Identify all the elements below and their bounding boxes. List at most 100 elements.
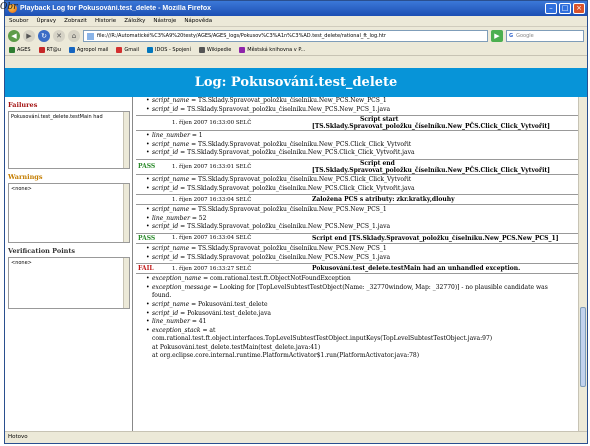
log-line: line_number = 41 bbox=[146, 318, 578, 327]
home-button[interactable]: ⌂ bbox=[68, 30, 80, 42]
log-entry: PASS 1. říjen 2007 16:33:01 SELČ Script … bbox=[136, 158, 578, 175]
log-line: script_id = TS.Sklady.Spravovat_položku_… bbox=[146, 149, 578, 158]
bookmark-icon bbox=[38, 47, 45, 53]
page-icon bbox=[87, 32, 94, 40]
warning-item[interactable]: <none> bbox=[11, 186, 127, 192]
failure-item[interactable]: Pokusování.test_delete.testMain had bbox=[11, 114, 127, 120]
stop-button[interactable]: ✕ bbox=[53, 30, 65, 42]
log-line: script_name = TS.Sklady.Spravovat_položk… bbox=[146, 176, 578, 185]
bookmark-icon bbox=[9, 47, 15, 53]
bookmark-ages[interactable]: AGES bbox=[9, 47, 31, 53]
bookmark-icon bbox=[198, 47, 205, 53]
log-details: script_name = TS.Sklady.Spravovat_položk… bbox=[136, 206, 578, 232]
log-line: exception_stack = at bbox=[146, 327, 578, 336]
log-line: script_name = TS.Sklady.Spravovat_položk… bbox=[146, 206, 578, 215]
entry-description: Script end [TS.Sklady.Spravovat_položku_… bbox=[312, 234, 559, 242]
bookmark-icon bbox=[239, 47, 246, 53]
log-line: exception_name = com.rational.test.ft.Ob… bbox=[146, 275, 578, 284]
close-button[interactable]: × bbox=[573, 3, 585, 14]
go-button[interactable]: ▶ bbox=[491, 30, 503, 42]
google-icon: G bbox=[509, 33, 514, 39]
address-bar[interactable]: file:///R:/Automatické%C3%A9%20testy/AGE… bbox=[83, 30, 488, 42]
menu-bar: Soubor Úpravy Zobrazit Historie Záložky … bbox=[5, 16, 587, 27]
menu-item-historie[interactable]: Historie bbox=[95, 18, 116, 24]
maximize-button[interactable]: □ bbox=[559, 3, 571, 14]
failures-scrollbar[interactable] bbox=[123, 112, 129, 168]
log-line: script_id = Pokusování.test_delete.java bbox=[146, 310, 578, 319]
verification-item[interactable]: <none> bbox=[11, 260, 127, 266]
log-view: script_name = TS.Sklady.Spravovat_položk… bbox=[136, 97, 578, 432]
log-line: script_id = TS.Sklady.Spravovat_položku_… bbox=[146, 106, 578, 115]
menu-item-napoveda[interactable]: Nápověda bbox=[184, 18, 212, 24]
figure-label: Obr bbox=[0, 2, 18, 12]
log-line: line_number = 52 bbox=[146, 215, 578, 224]
log-line: script_name = TS.Sklady.Spravovat_položk… bbox=[146, 97, 578, 106]
log-details: script_name = TS.Sklady.Spravovat_položk… bbox=[136, 176, 578, 193]
entry-time: 1. říjen 2007 16:33:00 SELČ bbox=[172, 120, 252, 127]
navigation-toolbar: ◀ ▶ ↻ ✕ ⌂ file:///R:/Automatické%C3%A9%2… bbox=[5, 27, 587, 45]
log-entry: 1. říjen 2007 16:33:00 SELČ Script start… bbox=[136, 115, 578, 132]
log-scrollbar[interactable] bbox=[578, 97, 587, 432]
search-box[interactable]: G Google bbox=[506, 30, 584, 42]
entry-time: 1. říjen 2007 16:33:27 SELČ bbox=[172, 265, 252, 272]
sidebar: Failures Pokusování.test_delete.testMain… bbox=[5, 97, 133, 432]
bookmarks-bar: AGES RT@u Agropol mail Gmail IDOS - Spoj… bbox=[5, 45, 587, 56]
bookmark-idos[interactable]: IDOS - Spojení bbox=[147, 47, 191, 53]
entry-status: FAIL bbox=[138, 265, 154, 273]
warnings-title: Warnings bbox=[8, 173, 43, 181]
warnings-list[interactable]: <none> bbox=[8, 183, 130, 243]
menu-item-zalozky[interactable]: Záložky bbox=[124, 18, 145, 24]
log-line: script_id = TS.Sklady.Spravovat_položku_… bbox=[146, 254, 578, 263]
menu-item-zobrazit[interactable]: Zobrazit bbox=[64, 18, 87, 24]
failures-title: Failures bbox=[8, 101, 38, 109]
entry-status: PASS bbox=[138, 234, 156, 242]
bookmark-wikipedie[interactable]: Wikipedie bbox=[198, 47, 231, 53]
bookmark-icon bbox=[68, 47, 75, 53]
log-line: script_name = TS.Sklady.Spravovat_položk… bbox=[146, 141, 578, 150]
back-button[interactable]: ◀ bbox=[8, 30, 20, 42]
entry-time: 1. říjen 2007 16:33:04 SELČ bbox=[172, 196, 252, 203]
verification-scrollbar[interactable] bbox=[123, 258, 129, 308]
entry-description: Script start [TS.Sklady.Spravovat_položku… bbox=[312, 116, 550, 131]
scrollbar-thumb[interactable] bbox=[580, 307, 586, 387]
entry-description: Script end [TS.Sklady.Spravovat_položku_č… bbox=[312, 159, 550, 174]
verification-points-title: Verification Points bbox=[8, 247, 76, 255]
log-details: exception_name = com.rational.test.ft.Ob… bbox=[136, 275, 578, 361]
stack-trace-line: at Pokusování.test_delete.testMain(test_… bbox=[152, 343, 321, 351]
forward-button[interactable]: ▶ bbox=[23, 30, 35, 42]
stack-trace-line: com.rational.test.ft.object.interfaces.T… bbox=[152, 335, 493, 343]
menu-item-nastroje[interactable]: Nástroje bbox=[153, 18, 176, 24]
minimize-button[interactable]: – bbox=[545, 3, 557, 14]
page-content: Log: Pokusování.test_delete Failures Pok… bbox=[5, 68, 587, 432]
entry-time: 1. říjen 2007 16:33:04 SELČ bbox=[172, 235, 252, 242]
entry-time: 1. říjen 2007 16:33:01 SELČ bbox=[172, 163, 252, 170]
window-title: Playback Log for Pokusování.test_delete … bbox=[20, 5, 211, 12]
verification-points-list[interactable]: <none> bbox=[8, 257, 130, 309]
entry-description: Pokusování.test_delete.testMain had an u… bbox=[312, 265, 521, 273]
log-entry: FAIL 1. říjen 2007 16:33:27 SELČ Pokusov… bbox=[136, 263, 578, 275]
menu-item-upravy[interactable]: Úpravy bbox=[36, 18, 56, 24]
page-heading: Log: Pokusování.test_delete bbox=[5, 68, 587, 97]
bookmark-agropol-mail[interactable]: Agropol mail bbox=[68, 47, 108, 53]
log-line: script_id = TS.Sklady.Spravovat_položku_… bbox=[146, 223, 578, 232]
stack-trace-line: at org.eclipse.core.internal.runtime.Pla… bbox=[152, 352, 420, 360]
warnings-scrollbar[interactable] bbox=[123, 184, 129, 242]
menu-item-soubor[interactable]: Soubor bbox=[9, 18, 28, 24]
entry-description: Založena PČS s atributy: zkr.kratky,dlou… bbox=[312, 196, 455, 204]
failures-list[interactable]: Pokusování.test_delete.testMain had bbox=[8, 111, 130, 169]
log-line-continuation: found. bbox=[152, 292, 172, 300]
log-line: script_id = TS.Sklady.Spravovat_položku_… bbox=[146, 185, 578, 194]
entry-status: PASS bbox=[138, 163, 156, 171]
log-entry: 1. říjen 2007 16:33:04 SELČ Založena PČS… bbox=[136, 194, 578, 206]
bookmark-gmail[interactable]: Gmail bbox=[116, 47, 139, 53]
reload-button[interactable]: ↻ bbox=[38, 30, 50, 42]
log-line: exception_message = Looking for [TopLeve… bbox=[146, 284, 578, 293]
bookmark-icon bbox=[147, 47, 154, 53]
log-line: script_name = TS.Sklady.Spravovat_položk… bbox=[146, 245, 578, 254]
bookmark-icon bbox=[116, 47, 123, 53]
log-details: script_name = TS.Sklady.Spravovat_položk… bbox=[136, 245, 578, 262]
log-details: line_number = 1 script_name = TS.Sklady.… bbox=[136, 132, 578, 158]
bookmark-mestska-knihovna[interactable]: Městská knihovna v P... bbox=[239, 47, 305, 53]
log-entry: PASS 1. říjen 2007 16:33:04 SELČ Script … bbox=[136, 232, 578, 244]
bookmark-rtu[interactable]: RT@u bbox=[38, 47, 61, 53]
